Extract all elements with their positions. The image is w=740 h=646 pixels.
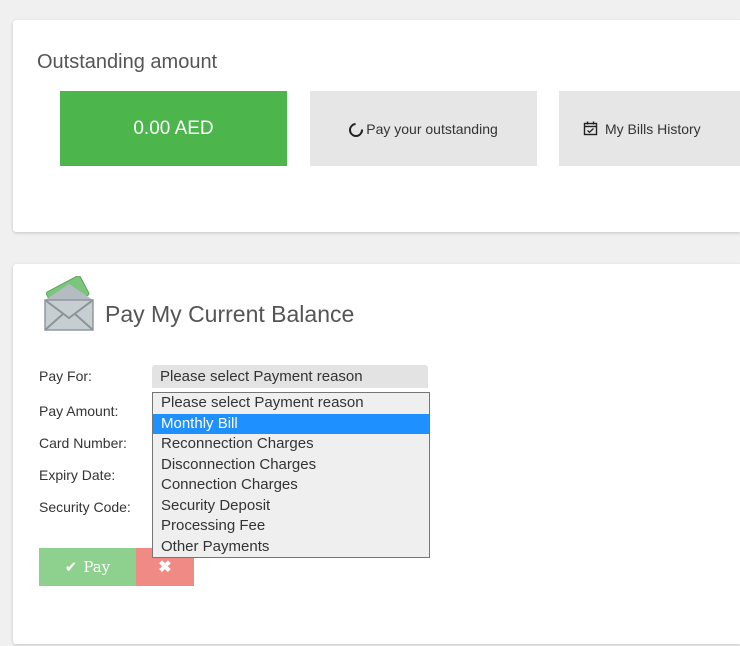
pay-for-dropdown: Please select Payment reason Monthly Bil… [152,392,430,558]
payment-card: Pay My Current Balance Pay For: Pay Amou… [13,264,740,644]
option-disconnection-charges[interactable]: Disconnection Charges [153,455,429,476]
option-placeholder[interactable]: Please select Payment reason [153,393,429,414]
close-icon: ✖ [158,559,172,576]
refresh-icon [346,119,367,140]
bills-history-button[interactable]: My Bills History [559,91,740,166]
pay-outstanding-button[interactable]: Pay your outstanding [310,91,537,166]
outstanding-amount-tile: 0.00 AED [60,91,287,166]
option-monthly-bill[interactable]: Monthly Bill [153,413,429,434]
expiry-date-label: Expiry Date: [39,467,116,483]
outstanding-amount: 0.00 AED [133,117,214,139]
option-security-deposit[interactable]: Security Deposit [153,496,429,517]
outstanding-title: Outstanding amount [37,51,218,73]
security-code-label: Security Code: [39,499,131,515]
pay-for-label: Pay For: [39,368,92,384]
card-number-label: Card Number: [39,435,127,451]
option-processing-fee[interactable]: Processing Fee [153,516,429,537]
calendar-icon [583,121,598,136]
pay-button-label: Pay [83,558,111,576]
option-reconnection-charges[interactable]: Reconnection Charges [153,434,429,455]
pay-outstanding-label: Pay your outstanding [366,120,498,137]
envelope-money-icon [39,275,99,337]
payment-title: Pay My Current Balance [105,301,355,327]
bills-history-label: My Bills History [605,120,701,137]
pay-button[interactable]: ✔ Pay [39,548,136,586]
pay-for-select[interactable]: Please select Payment reason [152,365,428,388]
check-icon: ✔ [64,558,78,576]
outstanding-card: Outstanding amount 0.00 AED Pay your out… [13,20,740,232]
option-connection-charges[interactable]: Connection Charges [153,475,429,496]
option-other-payments[interactable]: Other Payments [153,537,429,558]
payment-header: Pay My Current Balance [39,275,355,337]
pay-amount-label: Pay Amount: [39,403,119,419]
